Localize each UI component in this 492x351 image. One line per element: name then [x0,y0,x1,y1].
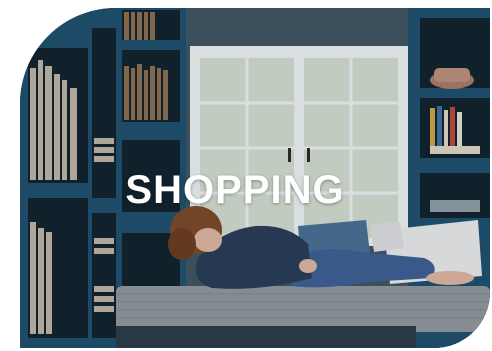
category-label: SHOPPING [125,168,345,212]
shopping-category-card[interactable]: SHOPPING [20,8,490,348]
